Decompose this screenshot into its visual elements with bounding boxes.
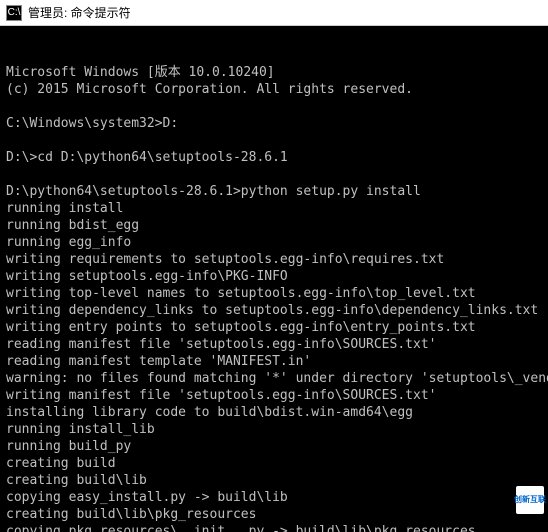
terminal-line: writing top-level names to setuptools.eg… [6, 285, 542, 302]
cmd-icon: C:\ [6, 5, 22, 21]
terminal-line: C:\Windows\system32>D: [6, 115, 542, 132]
terminal-line: writing setuptools.egg-info\PKG-INFO [6, 268, 542, 285]
terminal-line: writing requirements to setuptools.egg-i… [6, 251, 542, 268]
terminal-line [6, 132, 542, 149]
terminal-line: copying easy_install.py -> build\lib [6, 489, 542, 506]
terminal-line: copying pkg_resources\__init__.py -> bui… [6, 523, 542, 532]
terminal-line: installing library code to build\bdist.w… [6, 404, 542, 421]
terminal-line: writing manifest file 'setuptools.egg-in… [6, 387, 542, 404]
terminal-line: creating build\lib [6, 472, 542, 489]
terminal-line: running bdist_egg [6, 217, 542, 234]
terminal-line: D:\python64\setuptools-28.6.1>python set… [6, 183, 542, 200]
terminal-line: writing entry points to setuptools.egg-i… [6, 319, 542, 336]
window-title: 管理员: 命令提示符 [28, 4, 131, 21]
terminal-line [6, 166, 542, 183]
command-prompt-window: C:\ 管理员: 命令提示符 Microsoft Windows [版本 10.… [0, 0, 548, 532]
terminal-line: reading manifest template 'MANIFEST.in' [6, 353, 542, 370]
terminal-line [6, 98, 542, 115]
terminal-output[interactable]: Microsoft Windows [版本 10.0.10240](c) 201… [0, 26, 548, 532]
terminal-line: reading manifest file 'setuptools.egg-in… [6, 336, 542, 353]
terminal-line: running install [6, 200, 542, 217]
terminal-line: warning: no files found matching '*' und… [6, 370, 542, 387]
terminal-line: creating build\lib\pkg_resources [6, 506, 542, 523]
terminal-line: running build_py [6, 438, 542, 455]
terminal-line: creating build [6, 455, 542, 472]
titlebar[interactable]: C:\ 管理员: 命令提示符 [0, 0, 548, 26]
watermark-badge: 创新互联 [516, 486, 544, 514]
terminal-line: running egg_info [6, 234, 542, 251]
terminal-line: D:\>cd D:\python64\setuptools-28.6.1 [6, 149, 542, 166]
terminal-line: Microsoft Windows [版本 10.0.10240] [6, 64, 542, 81]
terminal-line: writing dependency_links to setuptools.e… [6, 302, 542, 319]
terminal-line: (c) 2015 Microsoft Corporation. All righ… [6, 81, 542, 98]
terminal-line: running install_lib [6, 421, 542, 438]
